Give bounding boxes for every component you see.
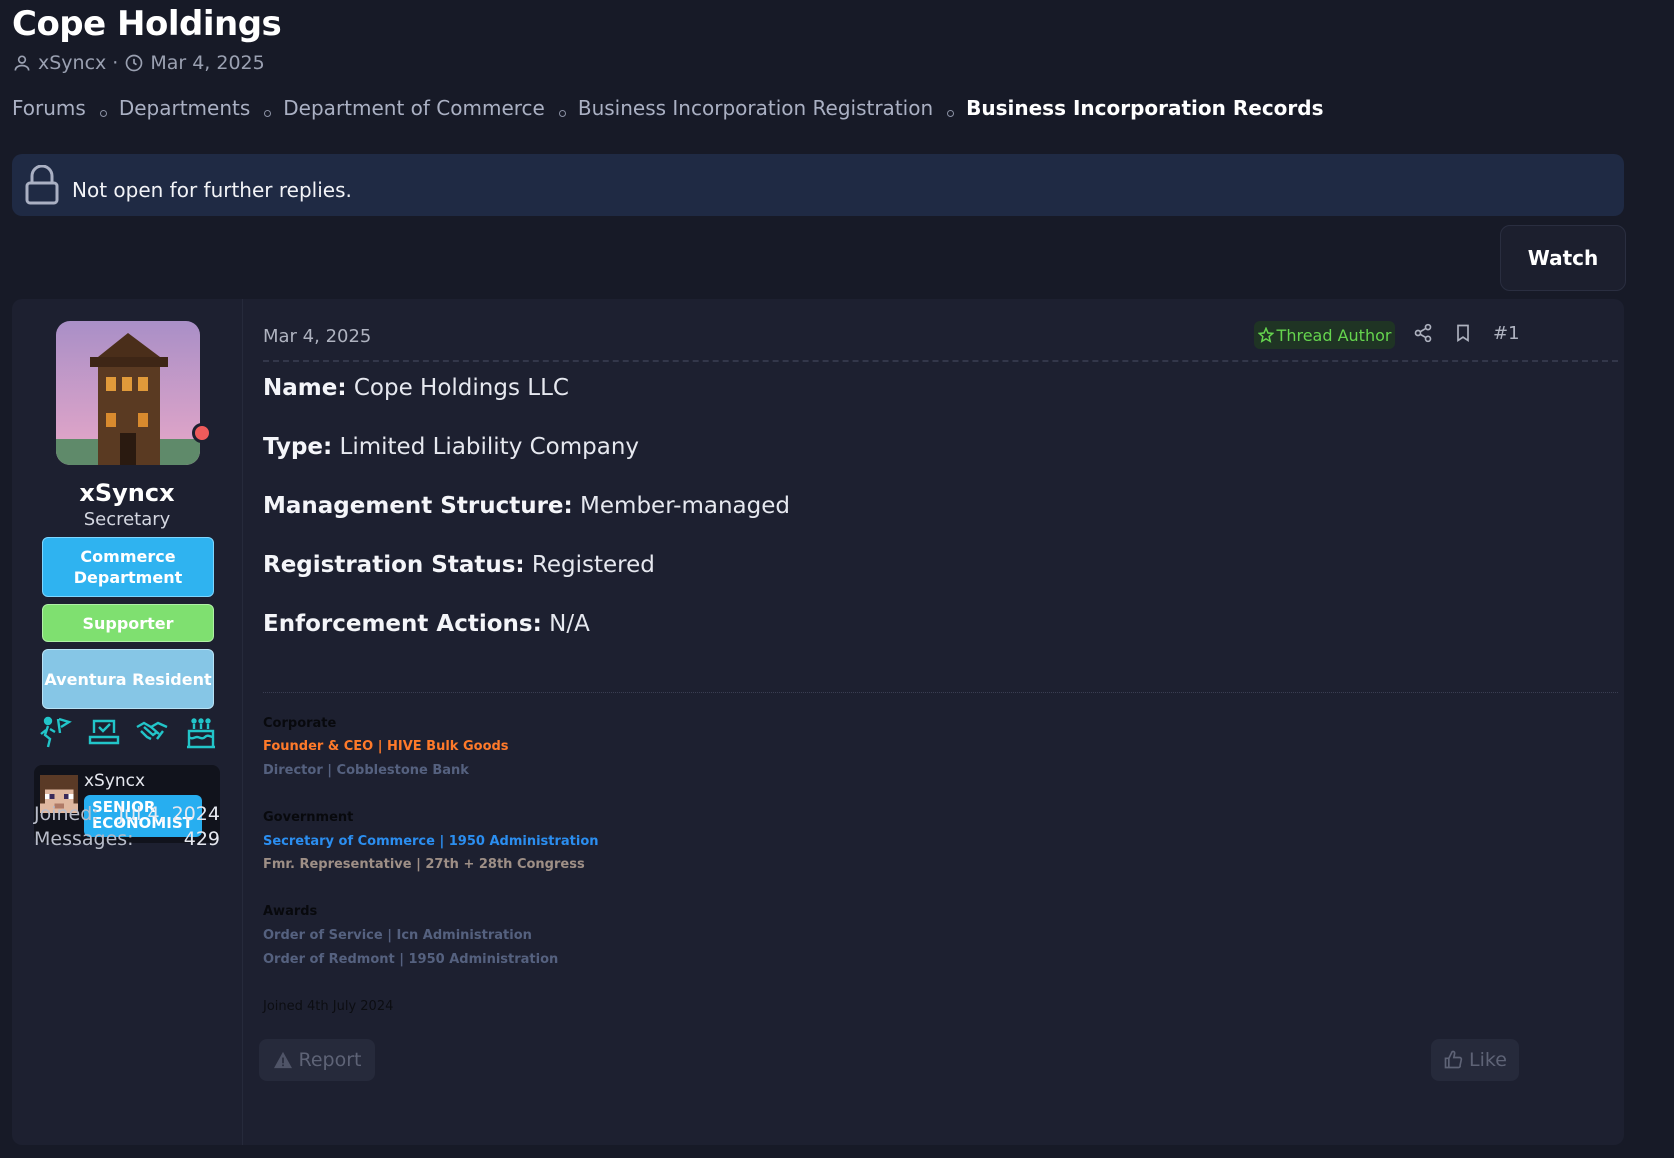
signature-joined-note: Joined 4th July 2024: [263, 999, 394, 1014]
clock-icon: [125, 54, 143, 72]
signature-government-line[interactable]: Fmr. Representative | 27th + 28th Congre…: [263, 857, 585, 872]
field-enforcement-actions-value: N/A: [549, 611, 590, 637]
warning-icon: [273, 1051, 292, 1069]
breadcrumb-forums[interactable]: Forums: [12, 96, 86, 120]
post: xSyncx Secretary Commerce Department Sup…: [12, 299, 1624, 1145]
signature-award-line[interactable]: Order of Service | Icn Administration: [263, 928, 532, 943]
birthday-cake-icon[interactable]: [184, 715, 218, 749]
breadcrumb: Forums Departments Department of Commerc…: [12, 96, 1324, 120]
field-management-structure: Management Structure: Member-managed: [263, 493, 790, 519]
breadcrumb-separator: [558, 109, 566, 117]
field-registration-status: Registration Status: Registered: [263, 552, 655, 578]
post-body: Mar 4, 2025 Thread Author #1 Name: Cope …: [259, 299, 1618, 1145]
thread-title: Cope Holdings: [12, 4, 282, 44]
minecraft-username: xSyncx: [84, 771, 146, 791]
share-icon[interactable]: [1413, 323, 1433, 343]
watch-button[interactable]: Watch: [1500, 225, 1626, 291]
badge-aventura-resident: Aventura Resident: [42, 649, 214, 709]
user-title: Secretary: [83, 509, 171, 530]
handshake-icon[interactable]: [135, 715, 169, 749]
flag-runner-icon[interactable]: [38, 715, 72, 749]
star-icon: [1257, 327, 1274, 343]
like-button[interactable]: Like: [1431, 1039, 1519, 1081]
header-divider: [263, 360, 1618, 362]
lock-icon: [25, 165, 59, 205]
badge-supporter: Supporter: [42, 604, 214, 642]
avatar[interactable]: [56, 321, 200, 465]
user-icon: [14, 55, 30, 71]
locked-notice-text: Not open for further replies.: [72, 178, 352, 202]
messages-stat: Messages: 429: [34, 828, 220, 850]
badge-commerce-department: Commerce Department: [42, 537, 214, 597]
locked-notice: Not open for further replies.: [12, 154, 1624, 216]
breadcrumb-separator: [99, 109, 107, 117]
thread-author[interactable]: xSyncx: [38, 52, 106, 74]
field-registration-status-label: Registration Status:: [263, 552, 525, 578]
joined-stat: Joined: Jul 4, 2024: [34, 803, 220, 825]
post-number[interactable]: #1: [1493, 323, 1520, 344]
joined-value: Jul 4, 2024: [118, 803, 221, 825]
thread-meta: xSyncx · Mar 4, 2025: [12, 52, 265, 74]
bookmark-icon[interactable]: [1453, 323, 1473, 343]
breadcrumb-departments[interactable]: Departments: [119, 96, 250, 120]
signature-corporate-line[interactable]: Founder & CEO | HIVE Bulk Goods: [263, 739, 509, 754]
signature-corporate-line[interactable]: Director | Cobblestone Bank: [263, 763, 469, 778]
messages-value[interactable]: 429: [184, 828, 220, 850]
thread-date[interactable]: Mar 4, 2025: [150, 52, 264, 74]
signature-divider: [263, 692, 1618, 693]
signature-government-line[interactable]: Secretary of Commerce | 1950 Administrat…: [263, 834, 599, 849]
user-info-panel: xSyncx Secretary Commerce Department Sup…: [12, 299, 243, 1145]
thread-author-label: Thread Author: [1276, 325, 1392, 345]
breadcrumb-separator: [264, 109, 272, 117]
like-label: Like: [1469, 1049, 1507, 1071]
field-type: Type: Limited Liability Company: [263, 434, 639, 460]
messages-label: Messages:: [34, 828, 134, 850]
field-name-value: Cope Holdings LLC: [353, 375, 569, 401]
field-type-value: Limited Liability Company: [339, 434, 640, 460]
checklist-icon[interactable]: [87, 715, 121, 749]
field-enforcement-actions-label: Enforcement Actions:: [263, 611, 542, 637]
field-name: Name: Cope Holdings LLC: [263, 375, 569, 401]
breadcrumb-separator: [947, 109, 955, 117]
field-enforcement-actions: Enforcement Actions: N/A: [263, 611, 590, 637]
field-management-structure-value: Member-managed: [580, 493, 791, 519]
signature-award-line[interactable]: Order of Redmont | 1950 Administration: [263, 952, 558, 967]
breadcrumb-business-incorporation-registration[interactable]: Business Incorporation Registration: [578, 96, 933, 120]
signature-heading-government: Government: [263, 810, 354, 825]
joined-label: Joined:: [34, 803, 99, 825]
signature-heading-awards: Awards: [263, 904, 318, 919]
thread-author-badge: Thread Author: [1254, 321, 1395, 349]
username[interactable]: xSyncx: [12, 479, 242, 507]
post-date[interactable]: Mar 4, 2025: [263, 326, 371, 347]
breadcrumb-current[interactable]: Business Incorporation Records: [966, 96, 1323, 120]
breadcrumb-department-of-commerce[interactable]: Department of Commerce: [283, 96, 545, 120]
online-status-dot: [192, 423, 212, 443]
report-label: Report: [298, 1049, 362, 1071]
signature-heading-corporate: Corporate: [263, 716, 337, 731]
field-type-label: Type:: [263, 434, 333, 460]
field-management-structure-label: Management Structure:: [263, 493, 573, 519]
trophy-icons: [38, 715, 218, 749]
field-name-label: Name:: [263, 375, 347, 401]
thumbs-up-icon: [1444, 1050, 1463, 1069]
report-button[interactable]: Report: [259, 1039, 375, 1081]
field-registration-status-value: Registered: [531, 552, 655, 578]
